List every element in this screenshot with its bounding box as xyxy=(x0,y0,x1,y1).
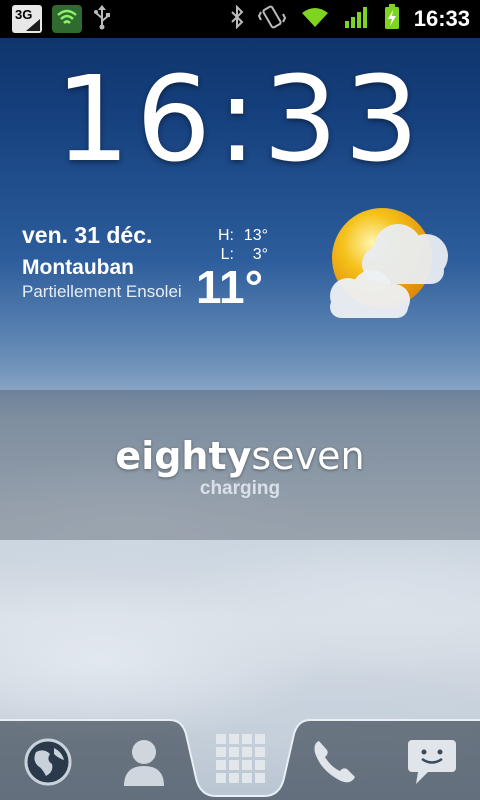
3g-data-icon: 3G xyxy=(12,5,42,33)
current-temperature: 11° xyxy=(196,261,264,313)
contacts-icon[interactable] xyxy=(116,734,172,790)
weather-high-low: H: 13° L: 3° xyxy=(212,226,268,264)
messaging-icon[interactable] xyxy=(404,734,460,790)
lockscreen-clock: 16:33 xyxy=(54,50,426,188)
weather-city: Montauban xyxy=(22,256,134,279)
wifi-icon xyxy=(300,5,330,33)
weather-date: ven. 31 déc. xyxy=(22,222,153,248)
bluetooth-icon xyxy=(230,4,244,33)
usb-icon xyxy=(92,4,112,34)
battery-light-text: seven xyxy=(251,434,365,478)
partly-cloudy-icon xyxy=(318,200,458,330)
vibrate-icon xyxy=(257,4,286,34)
dock xyxy=(0,712,480,800)
charging-status: charging xyxy=(199,478,281,499)
battery-percentage-text: eightyseven xyxy=(0,434,480,478)
phone-icon[interactable] xyxy=(306,734,362,790)
high-label: H: xyxy=(218,227,234,244)
browser-icon[interactable] xyxy=(20,734,76,790)
status-bar[interactable]: 3G 16:33 xyxy=(0,0,480,38)
app-drawer-icon[interactable] xyxy=(212,730,268,786)
battery-bold-text: eighty xyxy=(115,434,252,478)
signal-icon xyxy=(344,5,370,33)
status-bar-time: 16:33 xyxy=(413,6,470,31)
battery-charging-icon xyxy=(384,4,400,34)
shield-icon xyxy=(52,5,82,33)
high-value: 13° xyxy=(243,227,268,244)
weather-condition: Partiellement Ensoleillé xyxy=(22,282,182,301)
